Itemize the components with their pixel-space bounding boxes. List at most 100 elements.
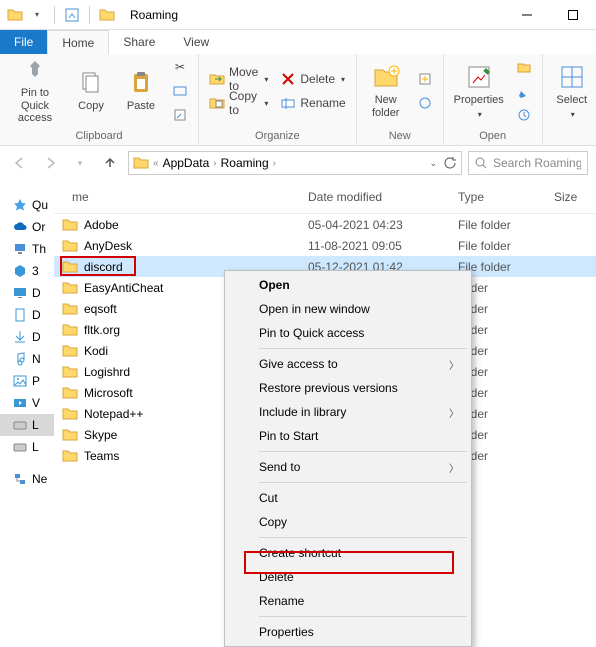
cut-button[interactable]: ✂	[168, 56, 192, 78]
tab-share[interactable]: Share	[109, 30, 169, 54]
edit-button[interactable]	[512, 80, 536, 102]
column-name[interactable]: me	[54, 190, 300, 204]
menu-item-label: Give access to	[259, 357, 338, 371]
tab-home[interactable]: Home	[47, 30, 109, 54]
menu-item-send-to[interactable]: Send to〉	[227, 455, 469, 479]
nav-item[interactable]: N	[0, 348, 54, 370]
back-button[interactable]	[8, 151, 32, 175]
search-input[interactable]: Search Roaming	[468, 151, 588, 175]
nav-item[interactable]: L	[0, 436, 54, 458]
submenu-arrow-icon: 〉	[449, 357, 459, 372]
up-button[interactable]	[98, 151, 122, 175]
music-icon	[12, 351, 28, 367]
chevron-right-icon[interactable]: «	[153, 158, 159, 169]
menu-item-cut[interactable]: Cut	[227, 486, 469, 510]
star-icon	[12, 197, 28, 213]
new-folder-button[interactable]: New folder	[363, 57, 409, 125]
menu-item-label: Send to	[259, 460, 300, 474]
column-size[interactable]: Size	[546, 190, 596, 204]
column-type[interactable]: Type	[450, 190, 546, 204]
address-bar[interactable]: « AppData › Roaming › ⌄	[128, 151, 462, 175]
folder-type: File folder	[450, 239, 546, 253]
new-item-button[interactable]	[413, 68, 437, 90]
nav-item-label: Ne	[32, 472, 47, 486]
folder-row[interactable]: Adobe05-04-2021 04:23File folder	[54, 214, 596, 235]
refresh-icon[interactable]	[443, 156, 457, 170]
menu-item-open-in-new-window[interactable]: Open in new window	[227, 297, 469, 321]
menu-item-delete[interactable]: Delete	[227, 565, 469, 589]
properties-icon[interactable]	[63, 6, 81, 24]
menu-item-rename[interactable]: Rename	[227, 589, 469, 613]
menu-item-label: Delete	[259, 570, 294, 584]
nav-item-label: V	[32, 396, 40, 410]
chevron-right-icon[interactable]: ›	[213, 158, 216, 169]
breadcrumb-roaming[interactable]: Roaming	[221, 156, 269, 170]
paste-button[interactable]: Paste	[118, 57, 164, 125]
easy-access-button[interactable]	[413, 92, 437, 114]
maximize-button[interactable]	[550, 0, 596, 30]
navigation-pane[interactable]: QuOrTh3DDDNPVLLNe	[0, 180, 54, 635]
menu-item-give-access-to[interactable]: Give access to 〉	[227, 352, 469, 376]
menu-item-pin-to-start[interactable]: Pin to Start	[227, 424, 469, 448]
menu-item-include-in-library[interactable]: Include in library〉	[227, 400, 469, 424]
menu-item-open[interactable]: Open	[227, 273, 469, 297]
copy-path-button[interactable]	[168, 80, 192, 102]
tab-view[interactable]: View	[169, 30, 223, 54]
folder-icon	[62, 406, 78, 422]
disk-icon	[12, 439, 28, 455]
search-placeholder: Search Roaming	[493, 156, 581, 170]
nav-item[interactable]: L	[0, 414, 54, 436]
dropdown-icon[interactable]: ▾	[28, 6, 46, 24]
folder-icon	[62, 259, 78, 275]
menu-item-create-shortcut[interactable]: Create shortcut	[227, 541, 469, 565]
nav-item[interactable]: Qu	[0, 194, 54, 216]
nav-item[interactable]: D	[0, 326, 54, 348]
nav-item[interactable]: 3	[0, 260, 54, 282]
select-button[interactable]: Select ▾	[549, 57, 595, 125]
folder-name: EasyAntiCheat	[84, 281, 163, 295]
chevron-right-icon[interactable]: ›	[273, 158, 276, 169]
paste-shortcut-button[interactable]	[168, 104, 192, 126]
rename-button[interactable]: Rename	[276, 92, 349, 114]
nav-item-label: L	[32, 418, 39, 432]
dropdown-icon[interactable]: ⌄	[429, 158, 437, 169]
menu-item-properties[interactable]: Properties	[227, 620, 469, 644]
forward-button[interactable]	[38, 151, 62, 175]
nav-item[interactable]: Ne	[0, 468, 54, 490]
nav-item[interactable]: Or	[0, 216, 54, 238]
history-button[interactable]	[512, 104, 536, 126]
pc-icon	[12, 241, 28, 257]
menu-item-restore-previous-versions[interactable]: Restore previous versions	[227, 376, 469, 400]
nav-item[interactable]: D	[0, 304, 54, 326]
minimize-button[interactable]	[504, 0, 550, 30]
open-button[interactable]	[512, 56, 536, 78]
folder-icon	[62, 301, 78, 317]
folder-icon	[62, 427, 78, 443]
move-to-button[interactable]: Move to▾	[205, 68, 272, 90]
window-controls	[504, 0, 596, 30]
nav-item[interactable]: V	[0, 392, 54, 414]
folder-icon	[62, 385, 78, 401]
folder-name: AnyDesk	[84, 239, 132, 253]
nav-item[interactable]: P	[0, 370, 54, 392]
tab-file[interactable]: File	[0, 30, 47, 54]
nav-item-label: D	[32, 286, 41, 300]
menu-item-copy[interactable]: Copy	[227, 510, 469, 534]
copy-button[interactable]: Copy	[68, 57, 114, 125]
breadcrumb-appdata[interactable]: AppData	[163, 156, 210, 170]
column-date[interactable]: Date modified	[300, 190, 450, 204]
menu-item-pin-to-quick-access[interactable]: Pin to Quick access	[227, 321, 469, 345]
nav-item[interactable]: D	[0, 282, 54, 304]
properties-button[interactable]: Properties ▾	[450, 57, 508, 125]
nav-item-label: L	[32, 440, 39, 454]
delete-icon	[280, 71, 296, 87]
shortcut-icon	[172, 107, 188, 123]
pin-quick-access-button[interactable]: Pin to Quick access	[6, 57, 64, 125]
nav-item[interactable]: Th	[0, 238, 54, 260]
recent-button[interactable]: ▾	[68, 151, 92, 175]
folder-row[interactable]: AnyDesk11-08-2021 09:05File folder	[54, 235, 596, 256]
copy-to-button[interactable]: Copy to▾	[205, 92, 272, 114]
menu-item-label: Cut	[259, 491, 278, 505]
folder-name: eqsoft	[84, 302, 117, 316]
delete-button[interactable]: Delete▾	[276, 68, 349, 90]
